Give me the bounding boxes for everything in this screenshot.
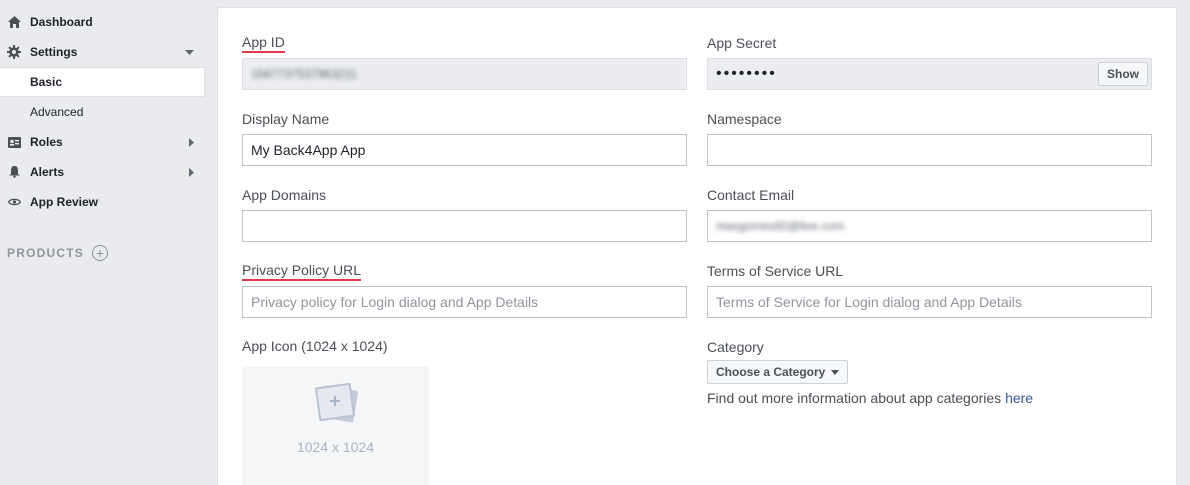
- app-id-value: 1567737537963211: [242, 58, 687, 90]
- contact-email-label: Contact Email: [707, 187, 795, 203]
- app-icon-field: App Icon (1024 x 1024): [242, 336, 687, 356]
- home-icon: [7, 15, 21, 29]
- app-secret-field: App Secret •••••••• Show: [707, 33, 1152, 90]
- products-label: PRODUCTS: [7, 246, 84, 260]
- display-name-field: Display Name My Back4App App: [242, 109, 687, 166]
- sidebar-item-label: Basic: [30, 75, 63, 89]
- app-icon-upload[interactable]: 1024 x 1024: [242, 366, 429, 485]
- app-icon-label: App Icon (1024 x 1024): [242, 338, 388, 354]
- app-domains-input[interactable]: [242, 210, 687, 242]
- terms-of-service-field: Terms of Service URL: [707, 261, 1152, 318]
- app-icon-size: 1024 x 1024: [296, 439, 375, 455]
- privacy-policy-input[interactable]: [242, 286, 687, 318]
- app-secret-label: App Secret: [707, 35, 777, 51]
- app-domains-label: App Domains: [242, 187, 327, 203]
- sidebar-item-label: Settings: [30, 45, 78, 59]
- sidebar-item-alerts[interactable]: Alerts: [0, 157, 205, 187]
- sidebar-item-label: Advanced: [30, 105, 84, 119]
- namespace-field: Namespace: [707, 109, 1152, 166]
- contact-email-field: Contact Email maxgomes92@live.com: [707, 185, 1152, 242]
- sidebar-item-settings[interactable]: Settings: [0, 37, 205, 67]
- category-info-text: Find out more information about app cate…: [707, 390, 1006, 406]
- namespace-label: Namespace: [707, 111, 782, 127]
- terms-of-service-label: Terms of Service URL: [707, 263, 844, 279]
- contact-email-text: maxgomes92@live.com: [716, 219, 845, 233]
- sidebar: Dashboard Settings Basic Advanced Roles …: [0, 0, 205, 485]
- sidebar-item-label: App Review: [30, 195, 99, 209]
- privacy-policy-label: Privacy Policy URL: [242, 261, 362, 281]
- chevron-down-icon: [185, 37, 194, 67]
- sidebar-item-basic[interactable]: Basic: [0, 67, 205, 97]
- namespace-input[interactable]: [707, 134, 1152, 166]
- eye-icon: [7, 195, 21, 209]
- show-secret-button[interactable]: Show: [1098, 62, 1148, 86]
- privacy-policy-field: Privacy Policy URL: [242, 261, 687, 318]
- chevron-right-icon: [189, 157, 194, 187]
- contact-email-input[interactable]: maxgomes92@live.com: [707, 210, 1152, 242]
- bell-icon: [7, 165, 21, 179]
- terms-of-service-input[interactable]: [707, 286, 1152, 318]
- sidebar-item-dashboard[interactable]: Dashboard: [0, 7, 205, 37]
- basic-settings-panel: App ID 1567737537963211 App Secret •••••…: [217, 7, 1177, 485]
- display-name-text: My Back4App App: [251, 142, 366, 158]
- sidebar-item-label: Alerts: [30, 165, 65, 179]
- choose-category-label: Choose a Category: [716, 365, 826, 379]
- app-id-label: App ID: [242, 33, 285, 53]
- sidebar-item-label: Roles: [30, 135, 63, 149]
- sidebar-item-app-review[interactable]: App Review: [0, 187, 205, 217]
- sidebar-item-roles[interactable]: Roles: [0, 127, 205, 157]
- app-id-field: App ID 1567737537963211: [242, 33, 687, 90]
- app-domains-field: App Domains: [242, 185, 687, 242]
- display-name-input[interactable]: My Back4App App: [242, 134, 687, 166]
- gear-icon: [7, 45, 21, 59]
- display-name-label: Display Name: [242, 111, 330, 127]
- category-info-link[interactable]: here: [1005, 390, 1033, 406]
- sidebar-item-advanced[interactable]: Advanced: [0, 97, 205, 127]
- category-info: Find out more information about app cate…: [707, 390, 1033, 406]
- category-field: Category: [707, 337, 1152, 357]
- products-heading: PRODUCTS +: [7, 244, 108, 262]
- choose-category-dropdown[interactable]: Choose a Category: [707, 360, 849, 384]
- chevron-right-icon: [189, 127, 194, 157]
- image-upload-icon: [308, 382, 364, 433]
- sidebar-item-label: Dashboard: [30, 15, 93, 29]
- app-secret-value: ••••••••: [707, 58, 1152, 90]
- app-secret-text: ••••••••: [716, 65, 777, 82]
- add-product-icon[interactable]: +: [91, 245, 108, 261]
- app-id-text: 1567737537963211: [251, 67, 357, 81]
- id-card-icon: [7, 135, 21, 149]
- caret-down-icon: [831, 369, 840, 375]
- category-label: Category: [707, 339, 764, 355]
